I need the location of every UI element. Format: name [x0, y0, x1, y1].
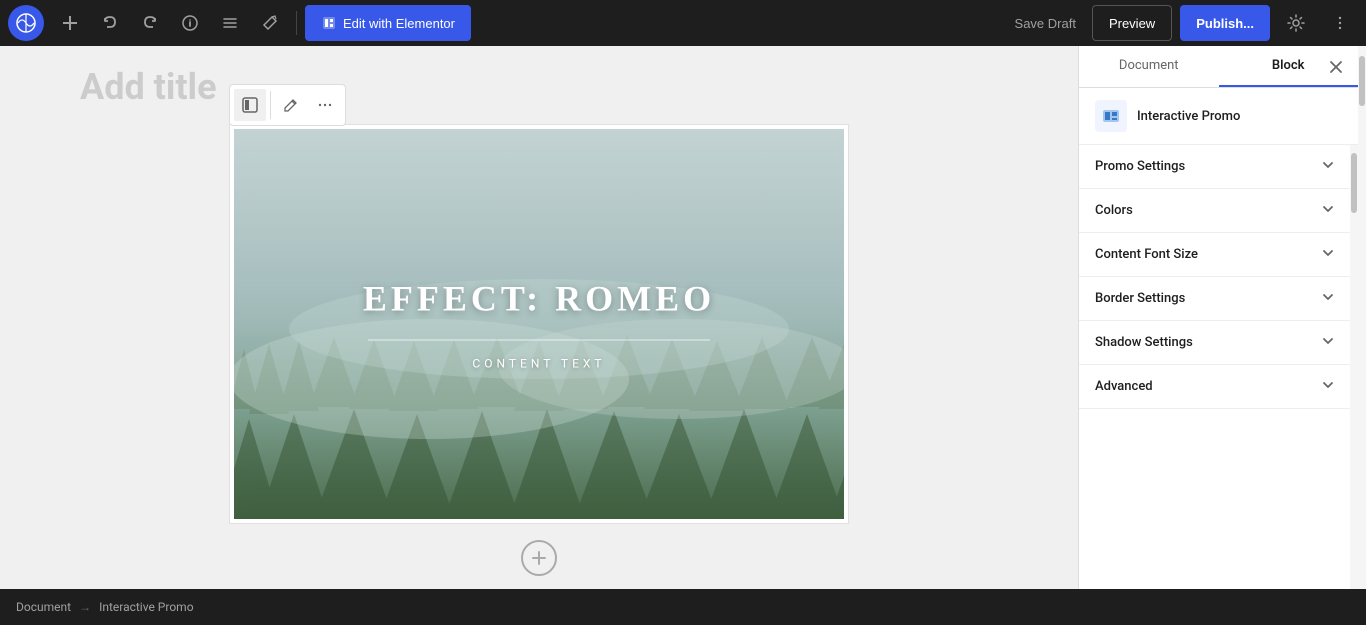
sidebar-scrollbar-thumb: [1351, 153, 1357, 213]
plus-icon: [62, 15, 78, 31]
accordion-colors-header[interactable]: Colors: [1079, 189, 1350, 232]
colors-chevron: [1322, 203, 1334, 218]
promo-title: EFFECT: ROMEO: [295, 278, 783, 320]
elementor-btn-label: Edit with Elementor: [343, 16, 455, 31]
block-type-name: Interactive Promo: [1137, 109, 1240, 124]
more-vertical-icon: [1332, 15, 1348, 31]
undo-button[interactable]: [92, 5, 128, 41]
redo-icon: [142, 15, 158, 31]
add-circle-icon: [529, 548, 549, 568]
block-more-icon: [318, 98, 332, 112]
block-more-button[interactable]: [309, 89, 341, 121]
save-draft-button[interactable]: Save Draft: [1007, 16, 1084, 31]
promo-settings-label: Promo Settings: [1095, 159, 1185, 174]
font-size-label: Content Font Size: [1095, 247, 1198, 262]
list-view-button[interactable]: [212, 5, 248, 41]
block-wrapper: EFFECT: ROMEO CONTENT TEXT: [229, 124, 849, 524]
chevron-down-icon-6: [1322, 379, 1334, 391]
colors-label: Colors: [1095, 203, 1133, 218]
chevron-down-icon-4: [1322, 291, 1334, 303]
add-block-circle-button[interactable]: [521, 540, 557, 576]
gear-icon: [1287, 14, 1305, 32]
tab-document[interactable]: Document: [1079, 46, 1219, 87]
sidebar-sections: Promo Settings Colors: [1079, 145, 1350, 589]
accordion-font-size: Content Font Size: [1079, 233, 1350, 277]
wp-logo: [8, 5, 44, 41]
edit-icon: [284, 98, 298, 112]
sidebar-scroll-area: Promo Settings Colors: [1079, 145, 1358, 589]
promo-subtitle: CONTENT TEXT: [295, 357, 783, 371]
chevron-down-icon-5: [1322, 335, 1334, 347]
info-button[interactable]: [172, 5, 208, 41]
tools-icon: [262, 15, 278, 31]
border-settings-label: Border Settings: [1095, 291, 1185, 306]
editor-canvas[interactable]: Add title: [0, 46, 1078, 589]
accordion-advanced-header[interactable]: Advanced: [1079, 365, 1350, 408]
undo-icon: [102, 15, 118, 31]
accordion-font-size-header[interactable]: Content Font Size: [1079, 233, 1350, 276]
chevron-down-icon: [1322, 159, 1334, 171]
accordion-shadow-settings: Shadow Settings: [1079, 321, 1350, 365]
breadcrumb-current[interactable]: Interactive Promo: [99, 600, 193, 614]
shadow-settings-label: Shadow Settings: [1095, 335, 1193, 350]
page-title[interactable]: Add title: [80, 66, 217, 108]
publish-button[interactable]: Publish...: [1180, 5, 1270, 41]
promo-divider: [368, 340, 710, 341]
advanced-chevron: [1322, 379, 1334, 394]
block-select-button[interactable]: [234, 89, 266, 121]
toolbar: Edit with Elementor Save Draft Preview P…: [0, 0, 1366, 46]
chevron-down-icon-3: [1322, 247, 1334, 259]
add-block-toolbar-button[interactable]: [52, 5, 88, 41]
sidebar-close-button[interactable]: [1318, 49, 1354, 85]
accordion-advanced: Advanced: [1079, 365, 1350, 409]
more-options-button[interactable]: [1322, 5, 1358, 41]
interactive-promo-icon: [1101, 106, 1121, 126]
tools-button[interactable]: [252, 5, 288, 41]
sidebar: Document Block Interactive Promo: [1078, 46, 1358, 589]
promo-content: EFFECT: ROMEO CONTENT TEXT: [295, 278, 783, 371]
add-block-area: [521, 540, 557, 576]
info-icon: [182, 15, 198, 31]
preview-button[interactable]: Preview: [1092, 5, 1172, 41]
outer-scrollbar-thumb: [1359, 56, 1365, 106]
promo-settings-chevron: [1322, 159, 1334, 174]
wp-icon: [16, 13, 36, 33]
block-info-row: Interactive Promo: [1079, 88, 1358, 145]
toolbar-separator: [296, 11, 297, 35]
redo-button[interactable]: [132, 5, 168, 41]
advanced-label: Advanced: [1095, 379, 1153, 394]
block-type-icon: [1095, 100, 1127, 132]
close-icon: [1328, 59, 1344, 75]
accordion-border-settings: Border Settings: [1079, 277, 1350, 321]
breadcrumb-root[interactable]: Document: [16, 600, 71, 614]
accordion-promo-settings: Promo Settings: [1079, 145, 1350, 189]
breadcrumb-separator: →: [79, 600, 91, 614]
accordion-border-settings-header[interactable]: Border Settings: [1079, 277, 1350, 320]
sidebar-scrollbar[interactable]: [1350, 145, 1358, 589]
promo-image: EFFECT: ROMEO CONTENT TEXT: [234, 129, 844, 519]
block-toolbar: [229, 84, 346, 126]
chevron-down-icon-2: [1322, 203, 1334, 215]
list-icon: [222, 15, 238, 31]
main-area: Add title: [0, 46, 1366, 589]
breadcrumb-bar: Document → Interactive Promo: [0, 589, 1366, 625]
shadow-settings-chevron: [1322, 335, 1334, 350]
outer-scrollbar[interactable]: [1358, 46, 1366, 589]
sidebar-header: Document Block: [1079, 46, 1358, 88]
accordion-shadow-settings-header[interactable]: Shadow Settings: [1079, 321, 1350, 364]
edit-with-elementor-button[interactable]: Edit with Elementor: [305, 5, 471, 41]
block-edit-button[interactable]: [275, 89, 307, 121]
settings-button[interactable]: [1278, 5, 1314, 41]
accordion-colors: Colors: [1079, 189, 1350, 233]
border-settings-chevron: [1322, 291, 1334, 306]
font-size-chevron: [1322, 247, 1334, 262]
block-container: EFFECT: ROMEO CONTENT TEXT: [229, 124, 849, 524]
select-icon: [242, 97, 258, 113]
block-toolbar-divider: [270, 91, 271, 119]
accordion-promo-settings-header[interactable]: Promo Settings: [1079, 145, 1350, 188]
toolbar-right: Save Draft Preview Publish...: [1007, 5, 1358, 41]
elementor-icon: [321, 15, 337, 31]
